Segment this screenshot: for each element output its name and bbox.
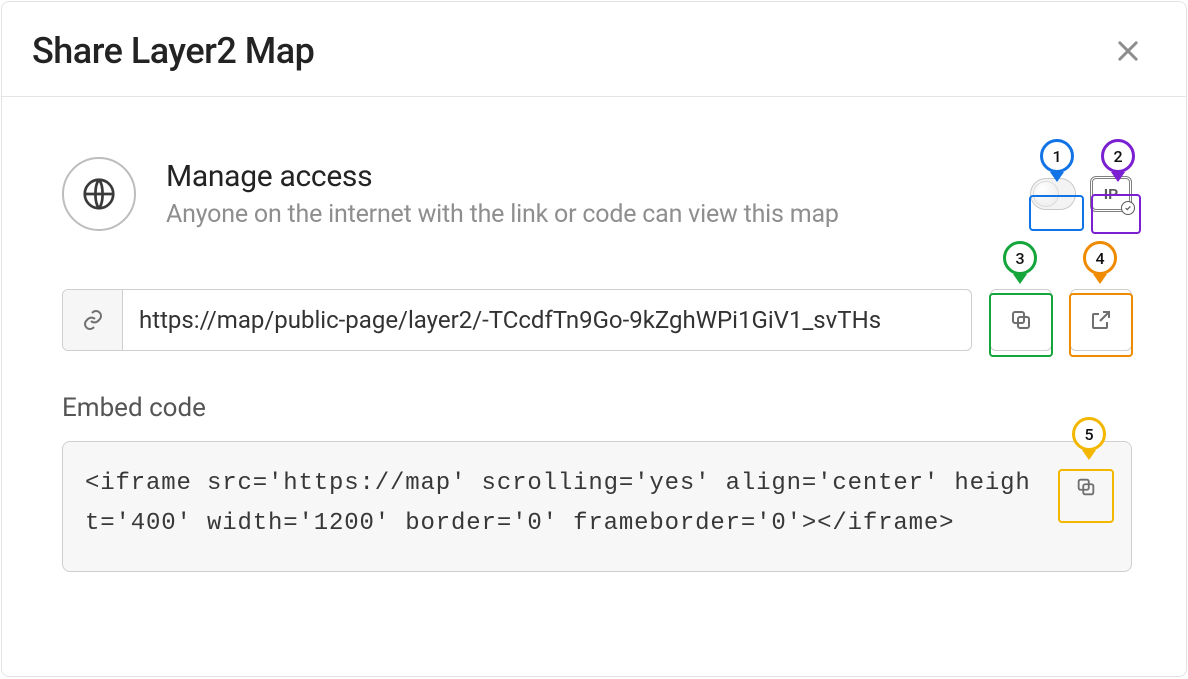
ip-restrict-button[interactable]: IP	[1090, 176, 1132, 212]
modal-header: Share Layer2 Map	[2, 2, 1186, 97]
link-icon	[63, 290, 123, 350]
open-link-button[interactable]	[1070, 289, 1132, 351]
access-row: Manage access Anyone on the internet wit…	[62, 157, 1132, 231]
copy-link-button[interactable]	[990, 289, 1052, 351]
share-link-row: https://map/public-page/layer2/-TCcdfTn9…	[62, 289, 1132, 351]
close-button[interactable]	[1110, 33, 1146, 69]
access-description: Anyone on the internet with the link or …	[166, 200, 1030, 229]
public-toggle[interactable]	[1030, 178, 1076, 210]
ip-label: IP	[1104, 186, 1118, 203]
embed-code-box: <iframe src='https://map' scrolling='yes…	[62, 441, 1132, 572]
copy-embed-button[interactable]	[1061, 462, 1111, 512]
globe-icon	[62, 157, 136, 231]
share-link-value[interactable]: https://map/public-page/layer2/-TCcdfTn9…	[123, 290, 971, 350]
embed-code-text[interactable]: <iframe src='https://map' scrolling='yes…	[85, 464, 1041, 543]
embed-label: Embed code	[62, 393, 1132, 423]
share-modal: Share Layer2 Map Manage access Anyone on…	[1, 1, 1187, 677]
access-heading: Manage access	[166, 159, 1030, 194]
modal-title: Share Layer2 Map	[32, 30, 314, 72]
share-link-field: https://map/public-page/layer2/-TCcdfTn9…	[62, 289, 972, 351]
